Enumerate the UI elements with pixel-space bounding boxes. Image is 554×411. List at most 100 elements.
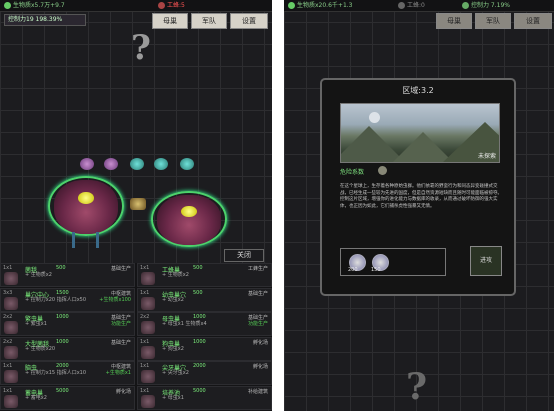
region-dialog: 区域:3.2 未探索 危险系数 在这个星球上，生存着各种原始虫群。他们依靠的野蛮… bbox=[320, 78, 516, 296]
card-desc: + 幼虫x2 bbox=[162, 296, 184, 303]
biomass-stat: 生物质x20.6千+1.3 bbox=[288, 0, 352, 12]
enemy-slot: 200 150 bbox=[340, 248, 446, 276]
hive-button[interactable]: 母巢 bbox=[152, 13, 188, 29]
building-card[interactable]: 2x2 繁虫巢 1000 + 繁虫x1 基础生产 功能生产 bbox=[0, 312, 135, 336]
settings-button[interactable]: 设置 bbox=[514, 13, 552, 29]
card-cost: 1000 bbox=[193, 338, 206, 345]
card-cost: 1000 bbox=[56, 338, 69, 345]
region-description: 在这个星球上，生存着各种原始虫群。他们依靠的野蛮行为和同态异变碰撞式交战，已经生… bbox=[340, 184, 502, 209]
building-card[interactable]: 1x1 培养池 5000 + 母虫x1 补给建筑 bbox=[137, 385, 272, 410]
screenshot-root: 生物质x5.7万+9.7 工蜂:5 控制力19 198.39% 母巢 军队 设置… bbox=[0, 0, 554, 411]
building-card[interactable]: 3x3 巢穴中心 1500 + 控制力x20 指挥人口x50 中枢建筑 +生物质x100 bbox=[0, 287, 135, 312]
purple-larva-unit[interactable] bbox=[104, 158, 118, 170]
card-type: 孵化场 bbox=[252, 364, 268, 370]
right-game-screen: 生物质x20.6千+1.3 工蜂:0 控制力 7.19% 母巢 军队 设置 ? … bbox=[284, 0, 554, 411]
card-cost: 5000 bbox=[56, 387, 69, 394]
building-card[interactable]: 1x1 菌毯 500 + 生物质x2 基础生产 bbox=[0, 263, 135, 287]
cyan-larva-unit[interactable] bbox=[180, 158, 194, 170]
building-thumbnail-icon bbox=[4, 272, 18, 285]
building-thumbnail-icon bbox=[4, 370, 18, 383]
region-landscape-image: 未探索 bbox=[340, 103, 500, 163]
building-card[interactable]: 1x1 幼虫巢穴 500 + 幼虫x2 基础生产 bbox=[137, 287, 272, 312]
building-thumbnail-icon bbox=[4, 345, 18, 359]
card-size: 1x1 bbox=[3, 387, 13, 394]
building-card[interactable]: 2x2 母虫巢 1000 + 母虫x1 生物质x4 基础生产 功能生产 bbox=[137, 312, 272, 336]
card-desc: + 尖牙虫x2 bbox=[162, 370, 189, 376]
region-title: 区域:3.2 bbox=[402, 86, 434, 95]
card-cost: 2000 bbox=[193, 363, 206, 369]
control-label: 控制力 7.19% bbox=[471, 2, 510, 9]
attack-button[interactable]: 进攻 bbox=[470, 246, 502, 276]
worker-label: 工蜂:0 bbox=[407, 2, 425, 9]
card-cost: 2000 bbox=[56, 363, 69, 369]
building-thumbnail-icon bbox=[4, 321, 18, 334]
control-icon bbox=[462, 2, 469, 9]
close-list-button[interactable]: 关闭 bbox=[224, 249, 264, 262]
card-desc: + 生物质x20 bbox=[25, 345, 56, 352]
building-list: 1x1 菌毯 500 + 生物质x2 基础生产 1x1 工蜂巢 500 + 生物质x2 工蜂生产 3… bbox=[0, 263, 272, 411]
card-type: 孵化场 bbox=[252, 339, 268, 346]
card-type: 补给建筑 bbox=[247, 388, 268, 395]
card-cost: 500 bbox=[193, 289, 203, 296]
resource-bar: 生物质x5.7万+9.7 工蜂:5 bbox=[0, 0, 272, 12]
card-extra: +生物质x1 bbox=[105, 370, 131, 376]
army-button[interactable]: 军队 bbox=[191, 13, 227, 29]
worker-label: 工蜂:5 bbox=[167, 2, 185, 9]
biomass-label: 生物质x20.6千+1.3 bbox=[297, 2, 353, 9]
card-size: 1x1 bbox=[140, 363, 150, 369]
card-type: 基础生产 bbox=[110, 339, 131, 346]
card-desc: + 母虫x1 生物质x4 bbox=[162, 321, 207, 327]
card-desc: + 控制力x15 指挥人口x10 bbox=[25, 370, 87, 376]
building-thumbnail-icon bbox=[141, 370, 155, 383]
cyan-larva-unit[interactable] bbox=[154, 158, 168, 170]
army-button[interactable]: 军队 bbox=[475, 13, 511, 29]
building-thumbnail-icon bbox=[141, 394, 155, 408]
card-size: 2x2 bbox=[3, 338, 13, 345]
card-cost: 1500 bbox=[56, 289, 69, 296]
resource-bar: 生物质x20.6千+1.3 工蜂:0 控制力 7.19% bbox=[284, 0, 554, 12]
building-card[interactable]: 1x1 工蜂巢 500 + 生物质x2 工蜂生产 bbox=[137, 263, 272, 287]
building-thumbnail-icon bbox=[141, 345, 155, 359]
building-thumbnail-icon bbox=[4, 296, 18, 310]
hive-center-building[interactable] bbox=[54, 180, 118, 234]
hive-center-building[interactable] bbox=[157, 195, 221, 245]
card-cost: 500 bbox=[193, 265, 203, 271]
danger-label: 危险系数 bbox=[340, 169, 365, 176]
biomass-icon bbox=[4, 2, 11, 9]
card-size: 1x1 bbox=[140, 338, 150, 345]
card-cost: 1000 bbox=[56, 314, 69, 320]
control-power-display: 控制力19 198.39% bbox=[4, 14, 86, 26]
card-cost: 5000 bbox=[193, 387, 206, 394]
purple-larva-unit[interactable] bbox=[80, 158, 94, 170]
card-type: 基础生产 bbox=[110, 266, 131, 272]
card-desc: + 生物质x2 bbox=[162, 272, 189, 278]
control-stat: 控制力 7.19% bbox=[462, 0, 510, 12]
building-card[interactable]: 1x1 脑虫 2000 + 控制力x15 指挥人口x10 中枢建筑 +生物质x1 bbox=[0, 361, 135, 385]
building-card[interactable]: 1x1 狗虫巢 1000 + 狗虫x2 孵化场 bbox=[137, 336, 272, 361]
unknown-area-icon[interactable]: ? bbox=[131, 28, 151, 68]
building-thumbnail-icon bbox=[141, 272, 155, 285]
pipe-decor bbox=[72, 232, 75, 248]
building-thumbnail-icon bbox=[141, 321, 155, 334]
unexplored-label: 未探索 bbox=[477, 153, 496, 160]
cyan-larva-unit[interactable] bbox=[130, 158, 144, 170]
enemy-count: 150 bbox=[371, 267, 381, 273]
building-card[interactable]: 2x2 大型菌毯 1000 + 生物质x20 基础生产 bbox=[0, 336, 135, 361]
card-size: 1x1 bbox=[140, 289, 150, 296]
card-desc: + 蓄电x2 bbox=[25, 394, 47, 401]
card-type: 基础生产 bbox=[247, 290, 268, 297]
settings-button[interactable]: 设置 bbox=[230, 13, 268, 29]
card-desc: + 生物质x2 bbox=[25, 272, 52, 278]
card-desc: + 繁虫x1 bbox=[25, 321, 47, 327]
hive-button[interactable]: 母巢 bbox=[436, 13, 472, 29]
unknown-area-icon[interactable]: ? bbox=[406, 366, 427, 408]
building-card[interactable]: 1x1 尖牙巢穴 2000 + 尖牙虫x2 孵化场 bbox=[137, 361, 272, 385]
card-size: 1x1 bbox=[3, 363, 13, 369]
card-type: 孵化场 bbox=[115, 388, 131, 395]
card-extra: 功能生产 bbox=[247, 321, 268, 327]
card-size: 2x2 bbox=[3, 314, 13, 320]
building-card[interactable]: 1x1 蓄电巢 5000 + 蓄电x2 孵化场 bbox=[0, 385, 135, 410]
worker-unit[interactable] bbox=[130, 198, 146, 210]
pipe-decor bbox=[96, 232, 99, 248]
card-size: 3x3 bbox=[3, 289, 13, 296]
